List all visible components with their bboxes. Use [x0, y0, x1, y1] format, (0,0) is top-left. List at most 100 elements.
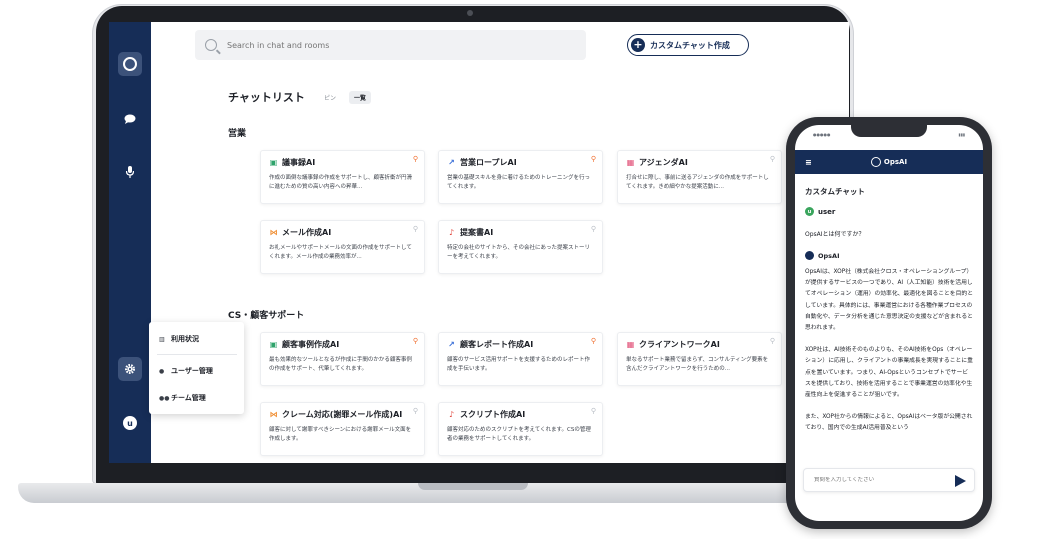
- status-signal-icon: ●●●●●: [813, 132, 831, 137]
- chat-card-header: ▣ 議事録AI: [269, 157, 416, 168]
- sidebar-settings-button[interactable]: [118, 357, 142, 381]
- message-user-header: u user: [805, 207, 835, 216]
- chat-card[interactable]: ⋈ メール作成AI お礼メールやサポートメールの文面の作成をサポートしてくれます。メ…: [260, 220, 425, 274]
- plus-icon: +: [631, 38, 645, 52]
- chat-card-title: 議事録AI: [282, 158, 316, 167]
- chat-card-description: 顧客対応のためのスクリプトを考えてくれます。CSの管理者の業務をサポートしてくれ…: [447, 427, 591, 442]
- menu-item-user-management-label: ユーザー管理: [171, 367, 213, 375]
- bell-icon: ♪: [448, 228, 455, 237]
- create-custom-chat-button[interactable]: + カスタムチャット作成: [627, 34, 749, 56]
- phone-header: ≡ OpsAI: [795, 150, 983, 174]
- chat-card-title: クライアントワークAI: [639, 340, 720, 349]
- antenna-icon: ⋈: [269, 228, 278, 237]
- chat-card-header: ♪ 提案書AI: [447, 227, 594, 238]
- sidebar: u: [109, 22, 151, 463]
- chat-card[interactable]: ▦ アジェンダAI 打合せに際し、事前に送るアジェンダの作成をサポートしてくれます。…: [617, 150, 782, 204]
- sidebar-voice-button[interactable]: [118, 160, 142, 184]
- chat-card-description: 顧客に対して謝罪すべきシーンにおける謝罪メール文面を作成します。: [269, 427, 412, 442]
- create-custom-chat-label: カスタムチャット作成: [650, 40, 730, 50]
- bot-name: OpsAI: [818, 251, 840, 260]
- note-icon: ▣: [269, 340, 278, 349]
- tab-pin[interactable]: ピン: [324, 93, 336, 102]
- chat-card-header: ↗ 営業ロープレAI: [447, 157, 594, 168]
- phone-brand: OpsAI: [883, 158, 908, 166]
- chat-card-header: ▦ クライアントワークAI: [626, 339, 773, 350]
- chat-card[interactable]: ▦ クライアントワークAI 単なるサポート業務で留まらず、コンサルティング要素を含ん…: [617, 332, 782, 386]
- pin-icon[interactable]: ⚲: [770, 155, 775, 163]
- menu-divider: [157, 354, 237, 355]
- stage: u + カスタムチャット作成 チャットリスト ピン 一覧 営業 CS・顧客サポー…: [0, 0, 1041, 539]
- menu-item-usage[interactable]: ▥ 利用状況: [159, 334, 199, 344]
- chat-card-header: ♪ スクリプト作成AI: [447, 409, 594, 420]
- pin-icon[interactable]: ⚲: [413, 337, 418, 345]
- chat-card-header: ⋈ クレーム対応(謝罪メール作成)AI: [269, 409, 416, 420]
- menu-item-team-management-label: チーム管理: [171, 394, 206, 402]
- pin-icon[interactable]: ⚲: [413, 407, 418, 415]
- pin-icon[interactable]: ⚲: [413, 155, 418, 163]
- pin-icon[interactable]: ⚲: [413, 225, 418, 233]
- sidebar-home-button[interactable]: [118, 52, 142, 76]
- tab-all[interactable]: 一覧: [349, 91, 372, 104]
- app-screen: u + カスタムチャット作成 チャットリスト ピン 一覧 営業 CS・顧客サポー…: [109, 22, 849, 463]
- chat-card-title: アジェンダAI: [639, 158, 688, 167]
- chat-card[interactable]: ♪ スクリプト作成AI 顧客対応のためのスクリプトを考えてくれます。CSの管理者の業…: [438, 402, 603, 456]
- chat-card[interactable]: ♪ 提案書AI 特定の会社のサイトから、その会社にあった提案ストーリーを考えてくれま…: [438, 220, 603, 274]
- user-name: user: [818, 207, 836, 216]
- bot-answer-paragraph: OpsAIは、XOP社（株式会社クロス・オペレーショングループ）が提供するサービ…: [805, 269, 973, 332]
- group-icon: ●●: [159, 394, 170, 402]
- pin-icon[interactable]: ⚲: [591, 155, 596, 163]
- chat-card[interactable]: ↗ 顧客レポート作成AI 顧客のサービス活用サポートを支援するためのレポート作成を手…: [438, 332, 603, 386]
- chat-card[interactable]: ▣ 顧客事例作成AI 最も効果的なツールとなるが作成に手間のかかる顧客事例の作成をサ…: [260, 332, 425, 386]
- user-question: OpsAIとは何ですか？: [805, 231, 865, 238]
- user-avatar-icon: u: [805, 207, 814, 216]
- chat-card-header: ▣ 顧客事例作成AI: [269, 339, 416, 350]
- bot-answer: OpsAIは、XOP社（株式会社クロス・オペレーショングループ）が提供するサービ…: [805, 267, 973, 446]
- person-icon: ●: [159, 367, 165, 375]
- pin-icon[interactable]: ⚲: [591, 337, 596, 345]
- search-bar[interactable]: [195, 30, 586, 60]
- chart-line-icon: ↗: [448, 158, 455, 167]
- chat-card[interactable]: ⋈ クレーム対応(謝罪メール作成)AI 顧客に対して謝罪すべきシーンにおける謝罪メー…: [260, 402, 425, 456]
- chat-card-header: ↗ 顧客レポート作成AI: [447, 339, 594, 350]
- camera-dot: [467, 10, 473, 16]
- microphone-icon: [126, 166, 134, 178]
- chat-card-description: 最も効果的なツールとなるが作成に手間のかかる顧客事例の作成をサポート、代筆してく…: [269, 357, 412, 372]
- calendar-icon: ▦: [626, 340, 635, 349]
- chat-card-title: 顧客レポート作成AI: [460, 340, 534, 349]
- chat-card-title: クレーム対応(謝罪メール作成)AI: [282, 410, 403, 419]
- antenna-icon: ⋈: [269, 410, 278, 419]
- phone-notch: [851, 122, 927, 137]
- bot-answer-paragraph: XOP社は、AI技術そのものよりも、そのAI技術をOps（オペレーション）に応用…: [805, 347, 973, 399]
- sidebar-chat-button[interactable]: [118, 107, 142, 131]
- phone-page-title: カスタムチャット: [805, 187, 865, 196]
- hamburger-menu-icon[interactable]: ≡: [805, 158, 812, 167]
- settings-menu: ▥ 利用状況 ● ユーザー管理 ●● チーム管理: [149, 322, 244, 414]
- section-title-sales: 営業: [228, 129, 247, 139]
- menu-item-user-management[interactable]: ● ユーザー管理: [159, 366, 213, 376]
- pin-icon[interactable]: ⚲: [770, 337, 775, 345]
- chat-bubble-icon: [124, 114, 136, 124]
- send-icon[interactable]: [955, 475, 966, 487]
- pin-icon[interactable]: ⚲: [591, 407, 596, 415]
- search-input[interactable]: [227, 40, 557, 50]
- chat-card[interactable]: ↗ 営業ロープレAI 営業の基礎スキルを身に着けるためのトレーニングを行ってくれます…: [438, 150, 603, 204]
- chat-list-title: チャットリスト: [228, 91, 305, 104]
- message-input[interactable]: [814, 477, 944, 483]
- pin-icon[interactable]: ⚲: [591, 225, 596, 233]
- chat-card-title: スクリプト作成AI: [460, 410, 526, 419]
- chat-card-description: 営業の基礎スキルを身に着けるためのトレーニングを行ってくれます。: [447, 175, 591, 190]
- logo-icon: [123, 57, 137, 71]
- bot-answer-paragraph: また、XOP社からの情報によると、OpsAIはベータ版が公開されており、国内での…: [805, 414, 973, 432]
- chat-card-description: 打合せに際し、事前に送るアジェンダの作成をサポートしてくれます。きめ細やかな提案…: [626, 175, 769, 190]
- sidebar-user-button[interactable]: u: [118, 411, 142, 435]
- calendar-icon: ▦: [626, 158, 635, 167]
- chat-card-title: 営業ロープレAI: [460, 158, 517, 167]
- chat-card-title: 顧客事例作成AI: [282, 340, 340, 349]
- chat-card[interactable]: ▣ 議事録AI 作成の面倒な議事録の作成をサポートし、顧客折衝が円滑に進むための質の…: [260, 150, 425, 204]
- bell-icon: ♪: [448, 410, 455, 419]
- chat-card-title: 提案書AI: [460, 228, 494, 237]
- message-bot-header: OpsAI: [805, 251, 840, 260]
- note-icon: ▣: [269, 158, 278, 167]
- chart-line-icon: ↗: [448, 340, 455, 349]
- menu-item-team-management[interactable]: ●● チーム管理: [159, 393, 206, 403]
